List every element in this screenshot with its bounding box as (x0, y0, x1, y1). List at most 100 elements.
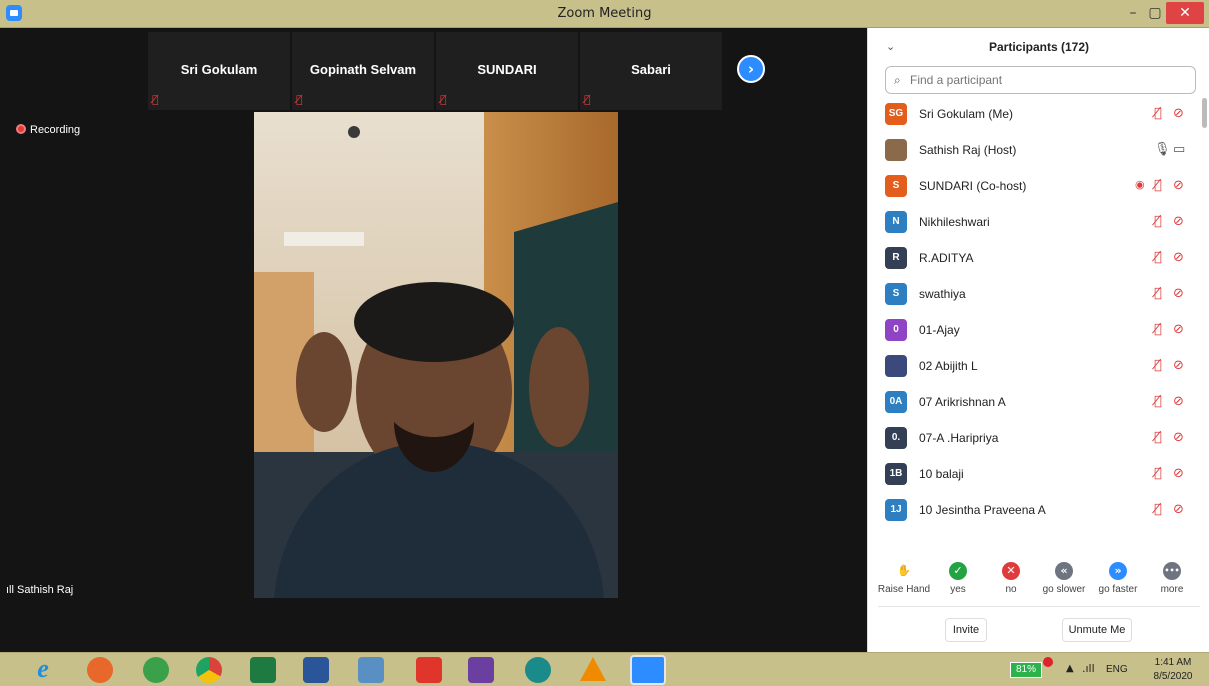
participant-row[interactable]: 0. 07-A .Haripriya 🎙̸ ⊘ (868, 420, 1200, 456)
word-icon[interactable] (303, 657, 329, 683)
language-indicator[interactable]: ENG (1106, 664, 1128, 675)
mic-muted-icon[interactable]: 🎙̸ (1154, 178, 1162, 193)
avatar: 0A (885, 391, 907, 413)
avatar (885, 355, 907, 377)
video-thumbnail[interactable]: Gopinath Selvam 🎙̸ (292, 32, 434, 110)
mic-muted-icon[interactable]: 🎙̸ (1154, 466, 1162, 481)
firefox-icon[interactable] (87, 657, 113, 683)
unmute-me-button[interactable]: Unmute Me (1062, 618, 1132, 642)
reaction-label: go faster (1098, 584, 1138, 595)
mic-muted-icon[interactable]: 🎙̸ (1154, 394, 1162, 409)
chevron-up-icon[interactable]: ▲ (1066, 663, 1074, 674)
mic-muted-icon: 🎙̸ (296, 93, 303, 106)
video-thumbnail[interactable]: SUNDARI 🎙̸ (436, 32, 578, 110)
mic-muted-icon[interactable]: 🎙̸ (1154, 106, 1162, 121)
network-signal-icon[interactable]: .ıll (1082, 662, 1095, 675)
mic-muted-icon[interactable]: 🎙̸ (1154, 322, 1162, 337)
video-off-icon[interactable]: ⊘ (1173, 322, 1184, 337)
participant-name: SUNDARI (Co-host) (919, 179, 1027, 193)
participant-name: swathiya (919, 287, 966, 301)
battery-indicator[interactable]: 81% (1010, 662, 1042, 678)
avatar: R (885, 247, 907, 269)
invite-button[interactable]: Invite (945, 618, 987, 642)
avatar: 0 (885, 319, 907, 341)
participant-row[interactable]: 0A 07 Arikrishnan A 🎙̸ ⊘ (868, 384, 1200, 420)
participant-row[interactable]: 1J 10 Jesintha Praveena A 🎙̸ ⊘ (868, 492, 1200, 528)
hand-icon: ✋ (897, 564, 911, 577)
participant-row[interactable]: 0 01-Ajay 🎙̸ ⊘ (868, 312, 1200, 348)
participant-name: Nikhileshwari (919, 215, 990, 229)
video-thumbnail[interactable]: Sabari 🎙̸ (580, 32, 722, 110)
more-button[interactable]: ••• more (1144, 562, 1200, 595)
system-clock[interactable]: 1:41 AM 8/5/2020 (1140, 656, 1206, 684)
edge-icon[interactable] (525, 657, 551, 683)
search-input[interactable] (885, 66, 1196, 94)
visual-studio-icon[interactable] (468, 657, 494, 683)
video-off-icon[interactable]: ⊘ (1173, 286, 1184, 301)
mic-muted-icon[interactable]: 🎙̸ (1154, 430, 1162, 445)
participant-name: 07-A .Haripriya (919, 431, 999, 445)
video-off-icon[interactable]: ⊘ (1173, 178, 1184, 193)
participant-row[interactable]: S SUNDARI (Co-host) ◉ 🎙̸ ⊘ (868, 168, 1200, 204)
recording-icon: ◉ (1135, 178, 1145, 191)
participant-row[interactable]: 02 Abijith L 🎙̸ ⊘ (868, 348, 1200, 384)
participants-panel: ⌄ Participants (172) ⌕ SG Sri Gokulam (M… (867, 28, 1209, 652)
video-off-icon[interactable]: ⊘ (1173, 502, 1184, 517)
participant-name: R.ADITYA (919, 251, 974, 265)
video-on-icon[interactable]: ▭ (1173, 142, 1185, 157)
no-button[interactable]: ✕ no (983, 562, 1039, 595)
close-button[interactable]: ✕ (1166, 2, 1204, 24)
next-page-arrow-icon[interactable]: › (737, 55, 765, 83)
video-off-icon[interactable]: ⊘ (1173, 106, 1184, 121)
mic-muted-icon[interactable]: 🎙̸ (1154, 214, 1162, 229)
chrome-icon[interactable] (196, 657, 222, 683)
video-off-icon[interactable]: ⊘ (1173, 358, 1184, 373)
excel-icon[interactable] (250, 657, 276, 683)
video-off-icon[interactable]: ⊘ (1173, 250, 1184, 265)
more-icon: ••• (1163, 562, 1181, 580)
zoom-icon[interactable] (630, 655, 666, 685)
participant-name: Sri Gokulam (Me) (919, 107, 1014, 121)
participant-name: Sathish Raj (Host) (919, 143, 1017, 157)
notebook-icon[interactable] (358, 657, 384, 683)
mic-on-icon[interactable]: 🎙 (1154, 142, 1171, 157)
participant-row[interactable]: 1B 10 balaji 🎙̸ ⊘ (868, 456, 1200, 492)
taskbar: e 81% ▲ .ıll ENG 1:41 AM 8/5/2020 (0, 652, 1209, 686)
thumbnail-name: SUNDARI (477, 62, 537, 77)
video-off-icon[interactable]: ⊘ (1173, 394, 1184, 409)
video-off-icon[interactable]: ⊘ (1173, 466, 1184, 481)
participant-row[interactable]: S swathiya 🎙̸ ⊘ (868, 276, 1200, 312)
recording-label: Recording (30, 124, 81, 136)
mic-muted-icon: 🎙̸ (440, 93, 447, 106)
raise-hand-button[interactable]: ✋ Raise Hand (876, 562, 932, 595)
active-speaker-video (254, 112, 618, 598)
yes-button[interactable]: ✓ yes (930, 562, 986, 595)
recording-indicator: Recording (16, 124, 80, 136)
reaction-label: go slower (1042, 584, 1086, 595)
participant-row[interactable]: R R.ADITYA 🎙̸ ⊘ (868, 240, 1200, 276)
participant-name: 01-Ajay (919, 323, 960, 337)
video-off-icon[interactable]: ⊘ (1173, 430, 1184, 445)
participant-list-scrollbar[interactable] (1202, 98, 1207, 128)
mic-muted-icon[interactable]: 🎙̸ (1154, 358, 1162, 373)
thumbnail-name: Sabari (631, 62, 671, 77)
avatar: 1B (885, 463, 907, 485)
vlc-icon[interactable] (580, 657, 606, 681)
mic-muted-icon[interactable]: 🎙̸ (1154, 250, 1162, 265)
reactions-bar: ✋ Raise Hand ✓ yes ✕ no « go slower » go… (868, 562, 1209, 602)
participant-row[interactable]: N Nikhileshwari 🎙̸ ⊘ (868, 204, 1200, 240)
mic-muted-icon[interactable]: 🎙̸ (1154, 502, 1162, 517)
anydesk-icon[interactable] (416, 657, 442, 683)
avatar (885, 139, 907, 161)
meeting-area: Sri Gokulam 🎙̸ Gopinath Selvam 🎙̸ SUNDAR… (0, 28, 867, 652)
reaction-label: no (1005, 584, 1017, 595)
video-thumbnail[interactable]: Sri Gokulam 🎙̸ (148, 32, 290, 110)
participant-row[interactable]: SG Sri Gokulam (Me) 🎙̸ ⊘ (868, 96, 1200, 132)
go-faster-button[interactable]: » go faster (1090, 562, 1146, 595)
go-slower-button[interactable]: « go slower (1036, 562, 1092, 595)
cloud-app-icon[interactable] (143, 657, 169, 683)
mic-muted-icon[interactable]: 🎙̸ (1154, 286, 1162, 301)
participant-row[interactable]: Sathish Raj (Host) 🎙 ▭ (868, 132, 1200, 168)
video-off-icon[interactable]: ⊘ (1173, 214, 1184, 229)
internet-explorer-icon[interactable]: e (30, 656, 56, 683)
